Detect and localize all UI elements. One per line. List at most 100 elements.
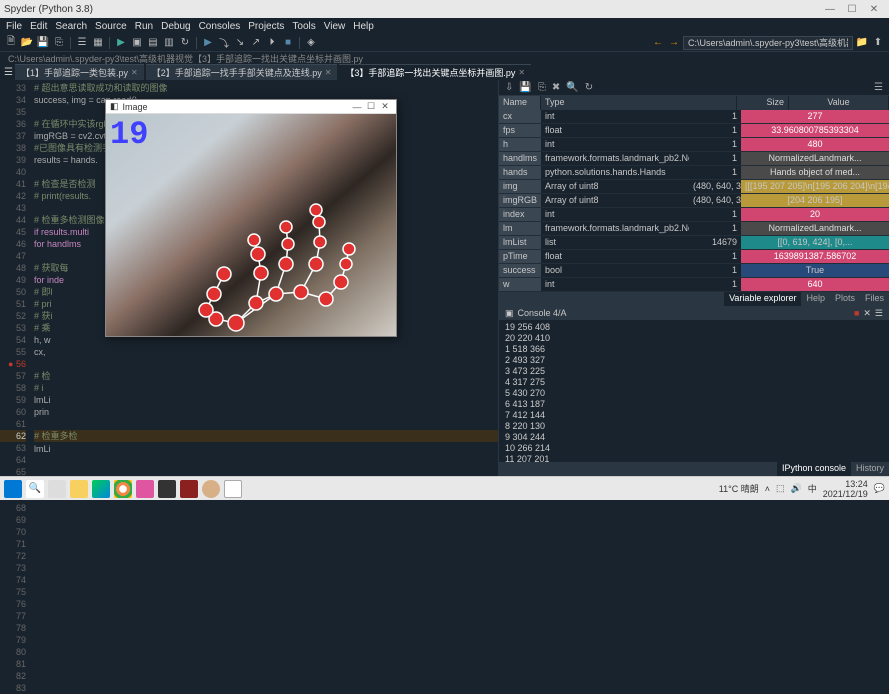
var-row[interactable]: handspython.solutions.hands.Hands1Hands …: [499, 166, 889, 180]
var-row[interactable]: cxint1277: [499, 110, 889, 124]
start-button[interactable]: [4, 480, 22, 498]
run-icon[interactable]: ▶: [114, 36, 128, 50]
close-icon[interactable]: ✕: [325, 68, 332, 77]
remove-all-icon[interactable]: ✖: [552, 82, 560, 93]
app-icon-3[interactable]: [202, 480, 220, 498]
console-menu-icon[interactable]: ☰: [875, 308, 883, 319]
tab-files[interactable]: Files: [860, 292, 889, 306]
var-row[interactable]: indexint120: [499, 208, 889, 222]
edge-icon[interactable]: [92, 480, 110, 498]
spyder-icon[interactable]: [180, 480, 198, 498]
continue-icon[interactable]: ⏵: [265, 36, 279, 50]
menu-view[interactable]: View: [320, 21, 350, 32]
var-row[interactable]: fpsfloat133.960800785393304: [499, 124, 889, 138]
save-all-data-icon[interactable]: ⎘: [538, 82, 546, 93]
explorer-icon[interactable]: [70, 480, 88, 498]
menu-help[interactable]: Help: [349, 21, 378, 32]
menu-file[interactable]: File: [2, 21, 26, 32]
notification-icon[interactable]: 💬: [874, 483, 885, 494]
app-icon-2[interactable]: [158, 480, 176, 498]
settings-icon[interactable]: ☰: [874, 82, 883, 93]
working-dir-input[interactable]: [683, 36, 853, 50]
run-cell-icon[interactable]: ▣: [130, 36, 144, 50]
console-stop-icon[interactable]: ■: [854, 308, 859, 318]
menu-projects[interactable]: Projects: [244, 21, 288, 32]
back-icon[interactable]: ←: [651, 36, 665, 50]
import-data-icon[interactable]: ⇩: [505, 82, 513, 93]
chrome-icon[interactable]: [114, 480, 132, 498]
editor-tab-2[interactable]: 【2】手部追踪一找手手部关键点及连线.py✕: [146, 64, 338, 80]
debug-icon[interactable]: ▶: [201, 36, 215, 50]
tab-help[interactable]: Help: [801, 292, 830, 306]
popup-close-icon[interactable]: ✕: [378, 101, 392, 112]
step-over-icon[interactable]: ⤵: [217, 36, 231, 50]
menu-debug[interactable]: Debug: [157, 21, 194, 32]
run-last-icon[interactable]: ↻: [178, 36, 192, 50]
popup-maximize-icon[interactable]: ☐: [364, 101, 378, 112]
popup-titlebar[interactable]: ◧ Image — ☐ ✕: [106, 100, 396, 114]
maximize-button[interactable]: ☐: [841, 4, 863, 15]
close-button[interactable]: ✕: [863, 4, 885, 15]
refresh-icon[interactable]: ↻: [585, 82, 593, 93]
col-name[interactable]: Name: [499, 96, 541, 110]
console-collapse-icon[interactable]: ▣: [505, 308, 514, 319]
menu-search[interactable]: Search: [51, 21, 91, 32]
weather-widget[interactable]: 11°C 晴朗: [719, 482, 759, 495]
col-value[interactable]: Value: [789, 96, 889, 110]
save-all-icon[interactable]: ⎘: [52, 36, 66, 50]
tray-network-icon[interactable]: ⬚: [776, 483, 785, 494]
editor-tab-3[interactable]: 【3】手部追踪一找出关键点坐标并画图.py✕: [339, 64, 531, 80]
parent-dir-icon[interactable]: ⬆: [871, 36, 885, 50]
clock[interactable]: 13:242021/12/19: [823, 479, 868, 499]
minimize-button[interactable]: —: [819, 4, 841, 15]
save-data-icon[interactable]: 💾: [519, 82, 531, 93]
tab-plots[interactable]: Plots: [830, 292, 860, 306]
save-icon[interactable]: 💾: [36, 36, 50, 50]
var-row[interactable]: wint1640: [499, 278, 889, 292]
forward-icon[interactable]: →: [667, 36, 681, 50]
tray-ime-icon[interactable]: 中: [808, 482, 817, 495]
tab-ipython[interactable]: IPython console: [777, 462, 851, 476]
menu-edit[interactable]: Edit: [26, 21, 51, 32]
task-view-icon[interactable]: [48, 480, 66, 498]
app-icon[interactable]: [136, 480, 154, 498]
var-row[interactable]: lmframework.formats.landmark_pb2.Normali…: [499, 222, 889, 236]
menu-tools[interactable]: Tools: [288, 21, 319, 32]
search-icon[interactable]: 🔍: [26, 480, 44, 498]
browse-dir-icon[interactable]: 📁: [855, 36, 869, 50]
step-into-icon[interactable]: ↘: [233, 36, 247, 50]
image-popup[interactable]: ◧ Image — ☐ ✕ 19: [105, 99, 397, 337]
var-row[interactable]: imgArray of uint8(480, 640, 3)[[[195 207…: [499, 180, 889, 194]
tray-up-icon[interactable]: ˄: [765, 484, 770, 494]
stop-debug-icon[interactable]: ■: [281, 36, 295, 50]
pypi-icon[interactable]: ◈: [304, 36, 318, 50]
tray-volume-icon[interactable]: 🔊: [791, 483, 802, 494]
search-var-icon[interactable]: 🔍: [566, 82, 578, 93]
console-output[interactable]: 19 256 40820 220 4101 518 3662 493 3273 …: [499, 320, 889, 462]
close-icon[interactable]: ✕: [131, 68, 138, 77]
var-row[interactable]: imgRGBArray of uint8(480, 640, 3)[204 20…: [499, 194, 889, 208]
var-row[interactable]: lmListlist14679[[0, 619, 424], [0,...: [499, 236, 889, 250]
python-window-icon[interactable]: [224, 480, 242, 498]
tab-browse-icon[interactable]: ☰: [4, 67, 13, 78]
run-selection-icon[interactable]: ▥: [162, 36, 176, 50]
var-row[interactable]: successbool1True: [499, 264, 889, 278]
col-size[interactable]: Size: [737, 96, 789, 110]
tab-history[interactable]: History: [851, 462, 889, 476]
menu-source[interactable]: Source: [91, 21, 131, 32]
menu-consoles[interactable]: Consoles: [195, 21, 245, 32]
var-row[interactable]: hint1480: [499, 138, 889, 152]
console-title[interactable]: Console 4/A: [514, 308, 850, 318]
fullscreen-icon[interactable]: ▦: [91, 36, 105, 50]
menu-run[interactable]: Run: [131, 21, 157, 32]
close-icon[interactable]: ✕: [518, 68, 525, 77]
popup-minimize-icon[interactable]: —: [350, 102, 364, 112]
step-out-icon[interactable]: ↗: [249, 36, 263, 50]
open-file-icon[interactable]: 📂: [20, 36, 34, 50]
console-close-icon[interactable]: ✕: [863, 308, 871, 319]
col-type[interactable]: Type: [541, 96, 737, 110]
var-row[interactable]: pTimefloat11639891387.586702: [499, 250, 889, 264]
tab-var-explorer[interactable]: Variable explorer: [724, 292, 801, 306]
new-file-icon[interactable]: 🗎: [4, 36, 18, 50]
editor-tab-1[interactable]: 【1】手部追踪一类包装.py✕: [15, 64, 144, 80]
